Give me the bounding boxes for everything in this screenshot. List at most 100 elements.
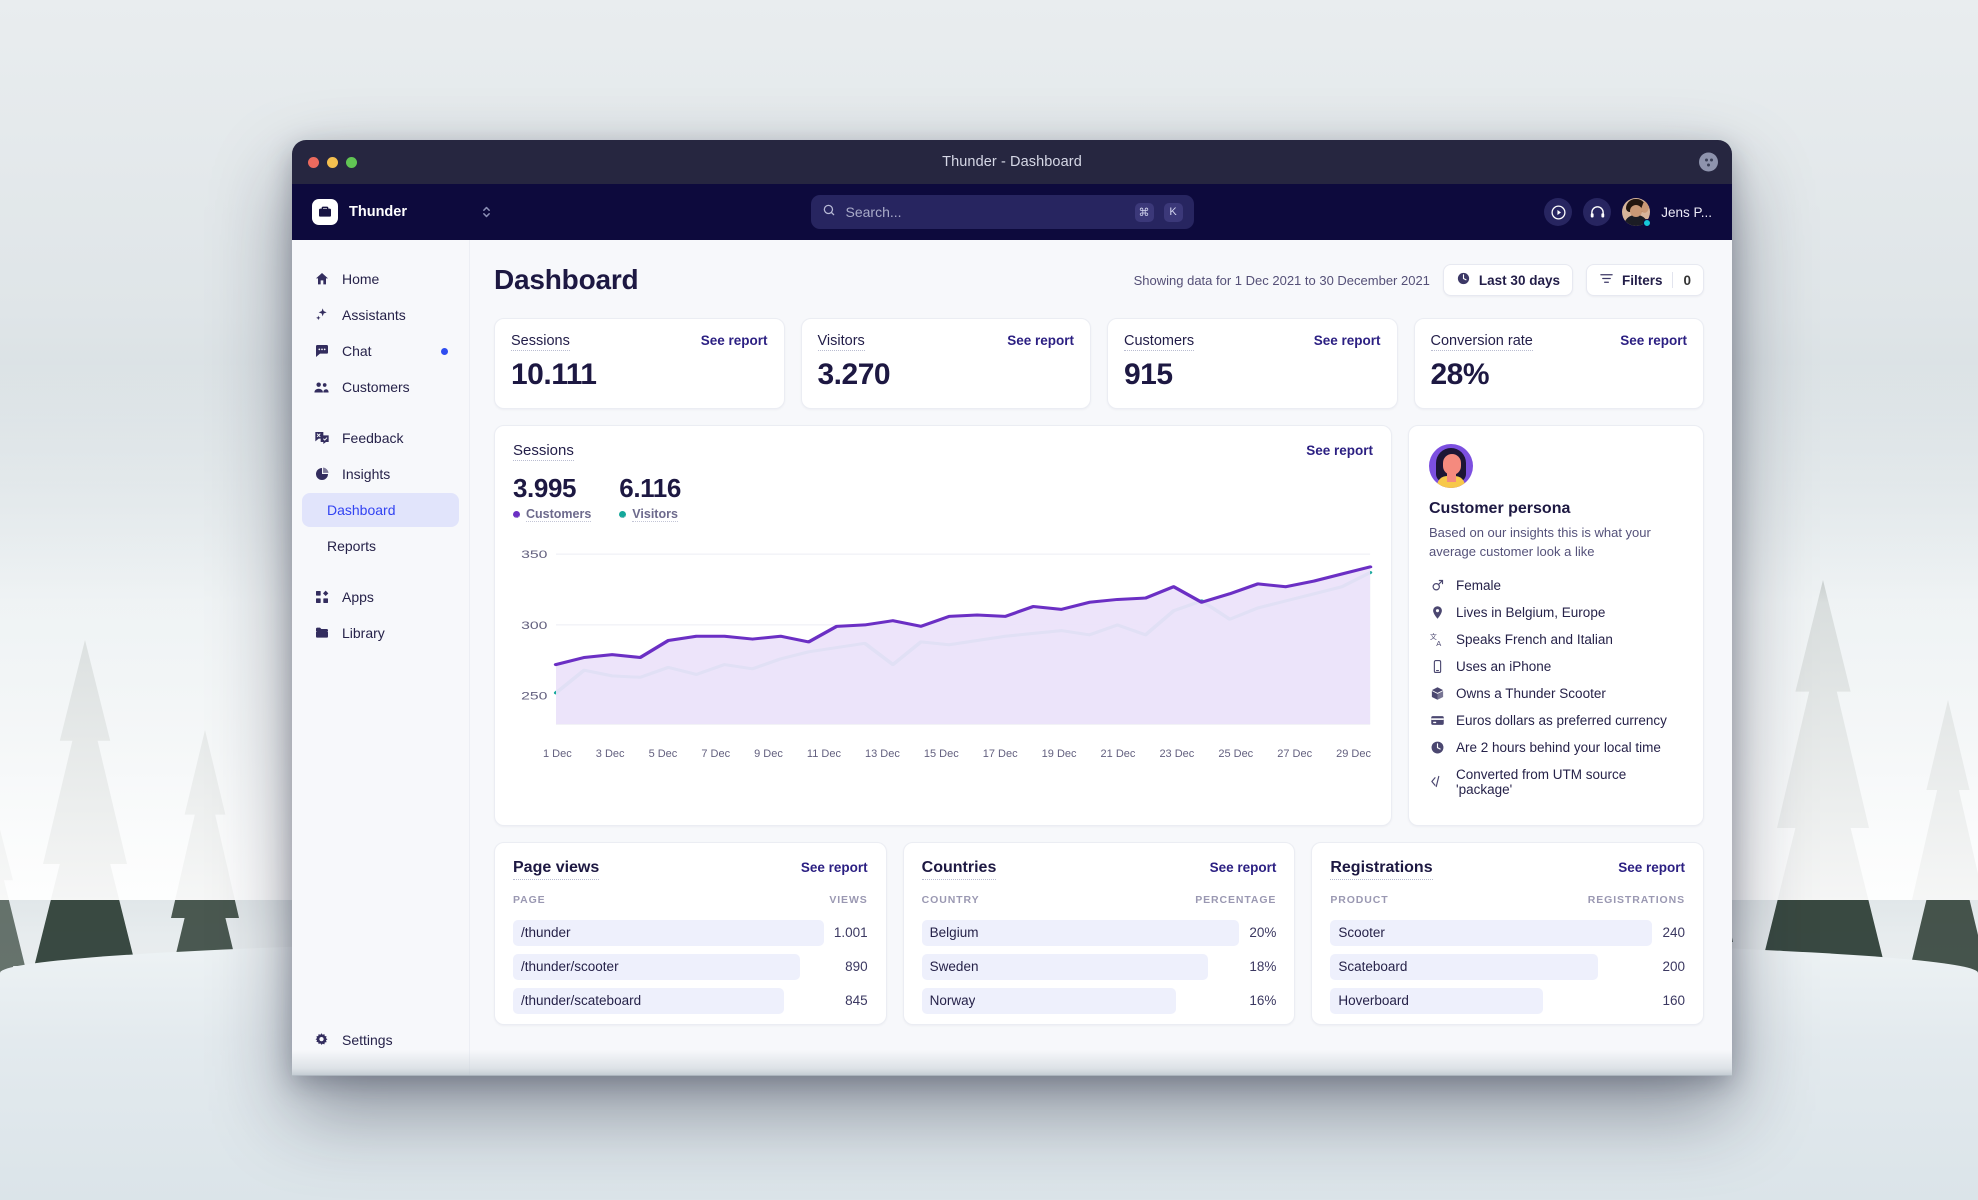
- table-row[interactable]: /thunder/scooter 890: [513, 950, 868, 984]
- kpi-value: 3.270: [817, 358, 891, 391]
- kpi-label: Visitors: [817, 333, 865, 351]
- date-range-button[interactable]: Last 30 days: [1442, 264, 1573, 296]
- svg-text:250: 250: [521, 690, 548, 702]
- page-header: Dashboard Showing data for 1 Dec 2021 to…: [494, 264, 1704, 296]
- legend-item-customers: 3.995 Customers: [513, 473, 592, 522]
- sidebar-item-label: Apps: [342, 589, 374, 605]
- row-value: 160: [1662, 993, 1686, 1009]
- sidebar-item-home[interactable]: Home: [302, 262, 459, 296]
- row-value: 200: [1662, 959, 1686, 975]
- x-tick-label: 7 Dec: [701, 748, 731, 760]
- table-row[interactable]: Norway 16%: [921, 984, 1277, 1018]
- folder-icon: [313, 625, 330, 642]
- legend-label: Visitors: [632, 507, 678, 522]
- row-value: 1.001: [833, 925, 868, 941]
- table-row[interactable]: Scateboard 200: [1330, 950, 1685, 984]
- briefcase-icon: [312, 199, 338, 225]
- persona-title: Customer persona: [1429, 500, 1571, 517]
- date-range-description: Showing data for 1 Dec 2021 to 30 Decemb…: [1133, 272, 1430, 288]
- svg-text:350: 350: [521, 548, 548, 560]
- search-input[interactable]: Search... ⌘ K: [810, 195, 1194, 229]
- kpi-value: 28%: [1430, 358, 1490, 391]
- see-report-link[interactable]: See report: [1314, 333, 1381, 348]
- sparkles-icon: [313, 307, 330, 324]
- feedback-icon: [313, 430, 330, 447]
- sidebar-item-label: Assistants: [342, 307, 406, 323]
- table-row[interactable]: Belgium 20%: [921, 916, 1277, 950]
- row-value: 890: [845, 959, 868, 975]
- see-report-link[interactable]: See report: [701, 333, 768, 348]
- see-report-link[interactable]: See report: [1210, 860, 1277, 875]
- filters-count: 0: [1683, 272, 1691, 288]
- kpi-value: 915: [1124, 358, 1173, 391]
- shortcut-k-key: K: [1163, 202, 1183, 222]
- persona-trait-utm: Converted from UTM source 'package': [1429, 767, 1683, 797]
- table-row[interactable]: Scooter 240: [1330, 916, 1685, 950]
- user-name[interactable]: Jens P...: [1661, 205, 1712, 220]
- persona-trait-text: Owns a Thunder Scooter: [1456, 685, 1606, 701]
- table-row[interactable]: /thunder 1.001: [513, 916, 868, 950]
- sidebar-item-chat[interactable]: Chat: [302, 334, 459, 368]
- persona-trait-text: Converted from UTM source 'package': [1456, 766, 1627, 797]
- x-tick-label: 11 Dec: [806, 748, 841, 760]
- see-report-link[interactable]: See report: [1620, 333, 1687, 348]
- chat-bubble-icon: [313, 343, 330, 360]
- sidebar-item-label: Home: [342, 271, 380, 287]
- sidebar-item-dashboard[interactable]: Dashboard: [302, 493, 459, 527]
- x-tick-label: 23 Dec: [1159, 748, 1195, 760]
- column-header: COUNTRY: [921, 893, 980, 906]
- table-row[interactable]: Hoverboard 160: [1330, 984, 1685, 1018]
- kpi-row: Sessions See report 10.111 Visitors See …: [494, 318, 1704, 409]
- sidebar-item-feedback[interactable]: Feedback: [302, 421, 459, 455]
- sidebar-item-settings[interactable]: Settings: [302, 1023, 459, 1057]
- card-title: Registrations: [1330, 859, 1433, 880]
- table-row[interactable]: Sweden 18%: [921, 950, 1277, 984]
- filters-label: Filters: [1621, 272, 1663, 288]
- workspace-switcher[interactable]: Thunder: [312, 199, 492, 225]
- kpi-label: Sessions: [511, 333, 570, 351]
- kpi-card-visitors: Visitors See report 3.270: [800, 318, 1091, 409]
- kpi-card-sessions: Sessions See report 10.111: [494, 318, 785, 409]
- x-tick-label: 25 Dec: [1218, 748, 1254, 760]
- filters-button[interactable]: Filters 0: [1585, 264, 1704, 296]
- row-value: 20%: [1249, 925, 1277, 941]
- sidebar-item-label: Reports: [327, 538, 377, 554]
- see-report-link[interactable]: See report: [801, 860, 868, 875]
- chevron-updown-icon: [481, 204, 492, 220]
- sidebar-item-apps[interactable]: Apps: [302, 580, 459, 614]
- sessions-area-chart: 250 300 350: [513, 534, 1373, 744]
- page-views-card: Page views See report PAGE VIEWS /thunde…: [494, 841, 887, 1025]
- row-value: 16%: [1249, 993, 1277, 1009]
- window-title: Thunder - Dashboard: [942, 154, 1082, 170]
- see-report-link[interactable]: See report: [1618, 860, 1685, 875]
- x-tick-label: 5 Dec: [648, 748, 678, 760]
- column-header: PRODUCT: [1330, 893, 1389, 906]
- card-title: Page views: [513, 859, 600, 880]
- clock-icon: [1456, 271, 1471, 289]
- kpi-card-conversion-rate: Conversion rate See report 28%: [1413, 318, 1704, 409]
- svg-text:A: A: [1436, 638, 1441, 646]
- see-report-link[interactable]: See report: [1007, 333, 1074, 348]
- gear-icon: [313, 1032, 330, 1049]
- row-value: 18%: [1249, 959, 1277, 975]
- kpi-card-customers: Customers See report 915: [1107, 318, 1398, 409]
- svg-text:300: 300: [521, 619, 548, 631]
- persona-trait-text: Speaks French and Italian: [1456, 631, 1613, 647]
- play-circle-icon[interactable]: [1544, 198, 1573, 226]
- brand-name: Thunder: [349, 204, 407, 220]
- headset-icon[interactable]: [1583, 198, 1612, 226]
- column-header: VIEWS: [829, 893, 868, 906]
- kpi-label: Conversion rate: [1430, 333, 1533, 351]
- see-report-link[interactable]: See report: [1306, 443, 1373, 458]
- sidebar-item-insights[interactable]: Insights: [302, 457, 459, 491]
- more-options-icon[interactable]: [1699, 152, 1718, 172]
- legend-value: 3.995: [513, 473, 577, 503]
- avatar[interactable]: [1622, 198, 1652, 227]
- sidebar-item-library[interactable]: Library: [302, 616, 459, 650]
- sidebar-item-customers[interactable]: Customers: [302, 370, 459, 404]
- sidebar-item-assistants[interactable]: Assistants: [302, 298, 459, 332]
- main-content: Dashboard Showing data for 1 Dec 2021 to…: [470, 240, 1732, 1075]
- table-row[interactable]: /thunder/scateboard 845: [513, 984, 868, 1018]
- persona-description: Based on our insights this is what your …: [1429, 525, 1651, 559]
- sidebar-item-reports[interactable]: Reports: [302, 529, 459, 563]
